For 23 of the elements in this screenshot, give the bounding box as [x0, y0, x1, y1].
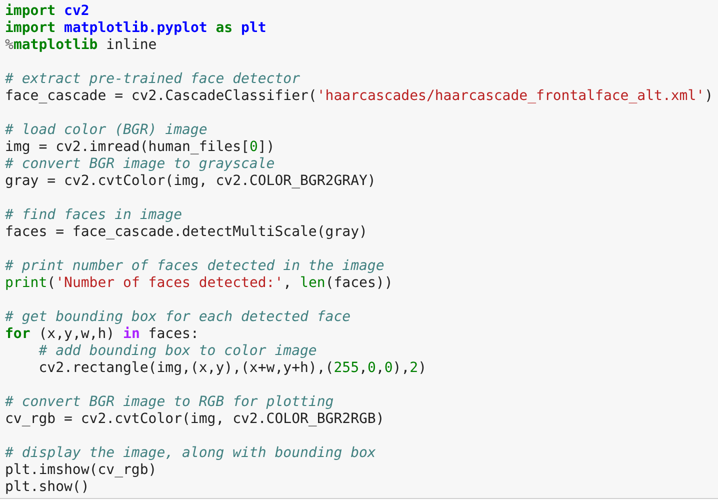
code-line: cv_rgb = cv2.cvtColor(img, cv2.COLOR_BGR2RGB)	[5, 411, 386, 428]
code-line: plt.imshow(cv_rgb)	[5, 462, 158, 479]
code-line: import matplotlib.pyplot as plt	[5, 20, 268, 37]
code-comment: # convert BGR image to grayscale	[5, 156, 276, 173]
code-comment: # display the image, along with bounding box	[5, 445, 377, 462]
code-line: gray = cv2.cvtColor(img, cv2.COLOR_BGR2GRAY)	[5, 173, 377, 190]
code-line: img = cv2.imread(human_files[0])	[5, 139, 276, 156]
code-comment: # find faces in image	[5, 207, 184, 224]
code-comment: # load color (BGR) image	[5, 122, 208, 139]
code-cell[interactable]	[0, 0, 718, 499]
code-line: import cv2	[5, 3, 90, 20]
code-comment: # print number of faces detected in the image	[5, 258, 386, 275]
code-line: faces = face_cascade.detectMultiScale(gray)	[5, 224, 368, 241]
code-line: cv2.rectangle(img,(x,y),(x+w,y+h),(255,0,0),2)	[38, 360, 428, 377]
code-line: print('Number of faces detected:', len(faces))	[5, 275, 394, 292]
code-line: %matplotlib inline	[5, 37, 158, 54]
code-comment: # convert BGR image to RGB for plotting	[5, 394, 335, 411]
code-line: for (x,y,w,h) in faces:	[5, 326, 200, 343]
code-line: plt.show()	[5, 479, 90, 496]
code-comment: # add bounding box to color image	[38, 343, 318, 360]
code-comment: # get bounding box for each detected face	[5, 309, 352, 326]
code-line: face_cascade = cv2.CascadeClassifier('haarcascades/haarcascade_frontalface_alt.xml')	[5, 88, 714, 105]
code-comment: # extract pre-trained face detector	[5, 71, 302, 88]
